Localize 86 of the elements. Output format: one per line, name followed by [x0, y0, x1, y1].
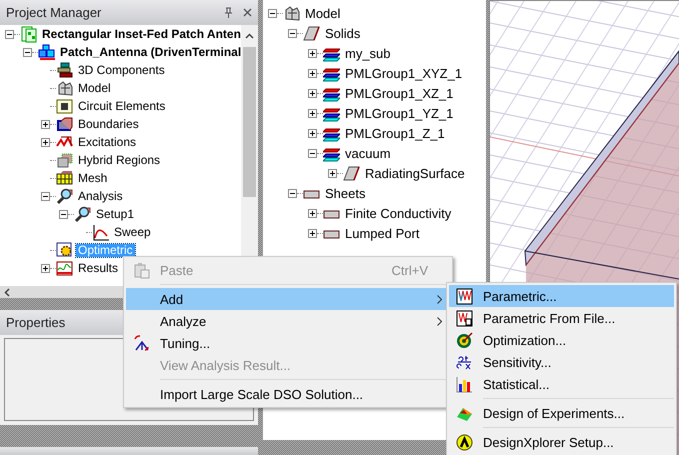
magnifier-icon [56, 188, 73, 204]
expand-toggle[interactable] [308, 88, 317, 98]
tree-item[interactable]: PMLGroup1_XYZ_1 [343, 66, 464, 80]
model-icon [56, 80, 73, 96]
menu-item[interactable]: Sensitivity... [449, 351, 674, 373]
tree-item[interactable]: Lumped Port [343, 226, 422, 240]
close-icon[interactable] [243, 8, 252, 17]
caret-icon[interactable] [245, 33, 254, 39]
expand-toggle[interactable] [41, 120, 50, 128]
tree-item[interactable]: Hybrid Regions [76, 154, 162, 166]
menu-item[interactable]: Parametric From File... [449, 307, 674, 329]
expand-toggle[interactable] [288, 188, 297, 198]
menu-item[interactable]: DesignXplorer Setup... [449, 431, 674, 453]
chart-file-icon [456, 310, 472, 326]
menu-item[interactable]: Optimization... [449, 329, 674, 351]
model-icon [283, 4, 300, 22]
tree-item[interactable]: Setup1 [94, 208, 136, 220]
expand-toggle[interactable] [268, 8, 277, 18]
magnifier-icon [74, 206, 91, 222]
tree-item[interactable]: Patch_Antenna (DrivenTerminal [58, 46, 241, 58]
expand-toggle[interactable] [328, 168, 337, 178]
panel-title: Project Manager [6, 5, 102, 20]
slab-icon [303, 24, 320, 42]
tree-item[interactable]: PMLGroup1_Z_1 [343, 126, 447, 140]
expand-toggle[interactable] [41, 138, 50, 146]
caret-icon[interactable] [4, 288, 10, 296]
tree-item[interactable]: 3D Components [76, 64, 167, 76]
menu-item[interactable]: Import Large Scale DSO Solution... [126, 383, 450, 405]
tree-item[interactable]: Model [303, 6, 342, 20]
menu-item[interactable]: Statistical... [449, 373, 674, 395]
chart-icon [456, 288, 472, 304]
project-icon [20, 26, 37, 42]
layers-icon [56, 62, 73, 78]
tree-item[interactable]: RadiatingSurface [363, 166, 467, 180]
tree-item[interactable]: Solids [323, 26, 362, 40]
expand-toggle[interactable] [308, 68, 317, 78]
expand-toggle[interactable] [41, 264, 50, 272]
expand-toggle[interactable] [308, 108, 317, 118]
menu-item[interactable]: Tuning... [126, 332, 450, 354]
slab-icon [343, 164, 360, 182]
tree-item[interactable]: PMLGroup1_YZ_1 [343, 106, 456, 120]
expand-toggle[interactable] [308, 148, 317, 158]
tree-item[interactable]: Finite Conductivity [343, 206, 454, 220]
gear-icon [56, 242, 73, 258]
tree-item[interactable]: Rectangular Inset-Fed Patch Anten [40, 28, 241, 40]
expand-toggle[interactable] [308, 228, 317, 238]
panel-title: Properties [6, 315, 66, 330]
cubes-icon [38, 44, 55, 60]
target-icon [456, 332, 472, 348]
tree-item[interactable]: vacuum [343, 146, 393, 160]
menu-item[interactable]: Analyze [126, 310, 450, 332]
shortcut-label: Ctrl+V [392, 262, 429, 278]
tree-item[interactable]: Mesh [76, 172, 110, 184]
frame-icon [56, 116, 73, 132]
grid-icon [56, 170, 73, 186]
tree-item[interactable]: Excitations [76, 136, 138, 148]
tree-item[interactable]: Boundaries [76, 118, 141, 130]
tree-item[interactable]: Sheets [323, 186, 368, 200]
tree-item[interactable]: my_sub [343, 46, 393, 60]
tree-item[interactable]: Analysis [76, 190, 125, 202]
chip-icon [56, 98, 73, 114]
bar-chart-icon [456, 376, 472, 392]
tree-item[interactable]: Circuit Elements [76, 100, 168, 112]
chart-icon [56, 260, 73, 276]
tree-item[interactable]: Sweep [112, 226, 153, 238]
logo-icon [456, 434, 472, 450]
pin-icon[interactable] [224, 7, 233, 18]
expand-toggle[interactable] [5, 30, 14, 38]
expand-toggle[interactable] [288, 28, 297, 38]
expand-toggle[interactable] [308, 208, 317, 218]
clipboard-icon [132, 262, 150, 278]
expand-toggle[interactable] [23, 48, 32, 56]
scrollbar-thumb[interactable] [243, 47, 256, 197]
expand-toggle[interactable] [308, 48, 317, 58]
expand-toggle[interactable] [308, 128, 317, 138]
box-icon [56, 152, 73, 168]
menu-item[interactable]: Parametric... [449, 285, 674, 307]
derivative-icon [456, 354, 472, 370]
menu-item[interactable]: Design of Experiments... [449, 402, 674, 424]
expand-toggle[interactable] [59, 210, 68, 218]
tree-item[interactable]: Results [76, 262, 120, 274]
tree-item[interactable]: Model [76, 82, 113, 94]
antenna-icon [132, 334, 150, 352]
curve-icon [92, 224, 109, 240]
tree-item[interactable]: PMLGroup1_XZ_1 [343, 86, 456, 100]
expand-toggle[interactable] [41, 192, 50, 200]
